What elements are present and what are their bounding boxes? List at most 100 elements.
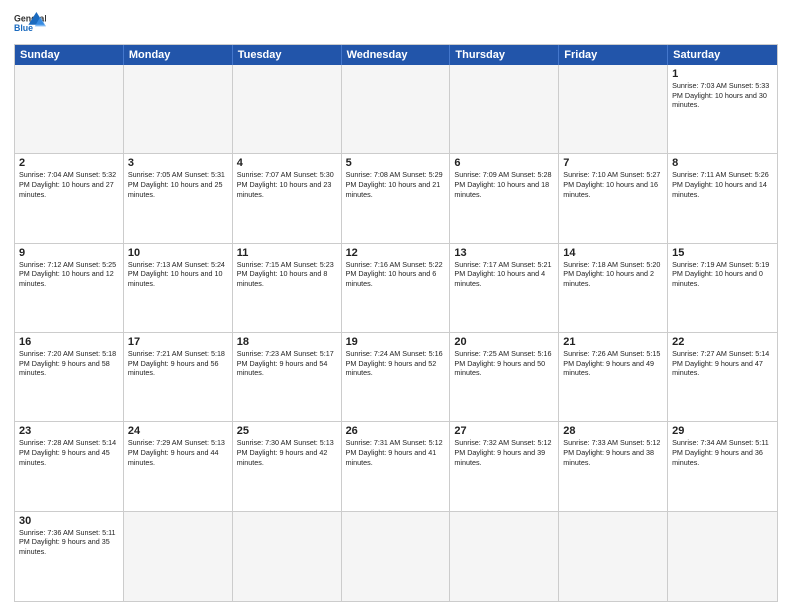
cal-cell-day-12: 12Sunrise: 7:16 AM Sunset: 5:22 PM Dayli… <box>342 244 451 333</box>
day-header-wednesday: Wednesday <box>342 45 451 65</box>
cal-cell-day-21: 21Sunrise: 7:26 AM Sunset: 5:15 PM Dayli… <box>559 333 668 422</box>
cal-cell-empty <box>233 65 342 154</box>
cal-cell-day-1: 1Sunrise: 7:03 AM Sunset: 5:33 PM Daylig… <box>668 65 777 154</box>
day-number: 20 <box>454 336 554 348</box>
cell-info: Sunrise: 7:28 AM Sunset: 5:14 PM Dayligh… <box>19 438 119 467</box>
cal-cell-day-26: 26Sunrise: 7:31 AM Sunset: 5:12 PM Dayli… <box>342 422 451 511</box>
cal-cell-day-24: 24Sunrise: 7:29 AM Sunset: 5:13 PM Dayli… <box>124 422 233 511</box>
cal-cell-day-8: 8Sunrise: 7:11 AM Sunset: 5:26 PM Daylig… <box>668 154 777 243</box>
cal-cell-day-16: 16Sunrise: 7:20 AM Sunset: 5:18 PM Dayli… <box>15 333 124 422</box>
cell-info: Sunrise: 7:33 AM Sunset: 5:12 PM Dayligh… <box>563 438 663 467</box>
day-number: 5 <box>346 157 446 169</box>
cell-info: Sunrise: 7:03 AM Sunset: 5:33 PM Dayligh… <box>672 81 773 110</box>
cell-info: Sunrise: 7:16 AM Sunset: 5:22 PM Dayligh… <box>346 260 446 289</box>
calendar: SundayMondayTuesdayWednesdayThursdayFrid… <box>14 44 778 602</box>
cell-info: Sunrise: 7:07 AM Sunset: 5:30 PM Dayligh… <box>237 170 337 199</box>
cal-cell-empty <box>450 65 559 154</box>
cal-cell-day-15: 15Sunrise: 7:19 AM Sunset: 5:19 PM Dayli… <box>668 244 777 333</box>
cal-cell-empty <box>124 65 233 154</box>
day-number: 29 <box>672 425 773 437</box>
cal-cell-day-20: 20Sunrise: 7:25 AM Sunset: 5:16 PM Dayli… <box>450 333 559 422</box>
cell-info: Sunrise: 7:05 AM Sunset: 5:31 PM Dayligh… <box>128 170 228 199</box>
day-number: 11 <box>237 247 337 259</box>
day-number: 4 <box>237 157 337 169</box>
cell-info: Sunrise: 7:15 AM Sunset: 5:23 PM Dayligh… <box>237 260 337 289</box>
cell-info: Sunrise: 7:31 AM Sunset: 5:12 PM Dayligh… <box>346 438 446 467</box>
cell-info: Sunrise: 7:12 AM Sunset: 5:25 PM Dayligh… <box>19 260 119 289</box>
day-number: 17 <box>128 336 228 348</box>
day-number: 1 <box>672 68 773 80</box>
cell-info: Sunrise: 7:11 AM Sunset: 5:26 PM Dayligh… <box>672 170 773 199</box>
cell-info: Sunrise: 7:29 AM Sunset: 5:13 PM Dayligh… <box>128 438 228 467</box>
day-number: 3 <box>128 157 228 169</box>
day-headers: SundayMondayTuesdayWednesdayThursdayFrid… <box>15 45 777 65</box>
calendar-body: 1Sunrise: 7:03 AM Sunset: 5:33 PM Daylig… <box>15 65 777 601</box>
day-number: 6 <box>454 157 554 169</box>
cal-cell-day-23: 23Sunrise: 7:28 AM Sunset: 5:14 PM Dayli… <box>15 422 124 511</box>
cell-info: Sunrise: 7:13 AM Sunset: 5:24 PM Dayligh… <box>128 260 228 289</box>
day-number: 2 <box>19 157 119 169</box>
page: General Blue SundayMondayTuesdayWednesda… <box>0 0 792 612</box>
day-number: 21 <box>563 336 663 348</box>
cell-info: Sunrise: 7:09 AM Sunset: 5:28 PM Dayligh… <box>454 170 554 199</box>
cell-info: Sunrise: 7:26 AM Sunset: 5:15 PM Dayligh… <box>563 349 663 378</box>
cal-cell-empty <box>559 65 668 154</box>
cal-cell-empty <box>233 512 342 601</box>
cal-cell-day-19: 19Sunrise: 7:24 AM Sunset: 5:16 PM Dayli… <box>342 333 451 422</box>
cell-info: Sunrise: 7:04 AM Sunset: 5:32 PM Dayligh… <box>19 170 119 199</box>
day-number: 8 <box>672 157 773 169</box>
cal-cell-day-27: 27Sunrise: 7:32 AM Sunset: 5:12 PM Dayli… <box>450 422 559 511</box>
day-number: 7 <box>563 157 663 169</box>
day-number: 16 <box>19 336 119 348</box>
day-number: 19 <box>346 336 446 348</box>
cell-info: Sunrise: 7:34 AM Sunset: 5:11 PM Dayligh… <box>672 438 773 467</box>
cal-cell-empty <box>668 512 777 601</box>
cell-info: Sunrise: 7:10 AM Sunset: 5:27 PM Dayligh… <box>563 170 663 199</box>
cell-info: Sunrise: 7:30 AM Sunset: 5:13 PM Dayligh… <box>237 438 337 467</box>
cal-cell-day-30: 30Sunrise: 7:36 AM Sunset: 5:11 PM Dayli… <box>15 512 124 601</box>
cal-cell-day-28: 28Sunrise: 7:33 AM Sunset: 5:12 PM Dayli… <box>559 422 668 511</box>
day-number: 25 <box>237 425 337 437</box>
cell-info: Sunrise: 7:23 AM Sunset: 5:17 PM Dayligh… <box>237 349 337 378</box>
cal-cell-day-25: 25Sunrise: 7:30 AM Sunset: 5:13 PM Dayli… <box>233 422 342 511</box>
cal-cell-empty <box>124 512 233 601</box>
cell-info: Sunrise: 7:36 AM Sunset: 5:11 PM Dayligh… <box>19 528 119 557</box>
cal-cell-day-6: 6Sunrise: 7:09 AM Sunset: 5:28 PM Daylig… <box>450 154 559 243</box>
cal-cell-empty <box>15 65 124 154</box>
cal-cell-empty <box>559 512 668 601</box>
logo-icon: General Blue <box>14 10 46 38</box>
day-number: 30 <box>19 515 119 527</box>
day-header-saturday: Saturday <box>668 45 777 65</box>
cal-cell-day-13: 13Sunrise: 7:17 AM Sunset: 5:21 PM Dayli… <box>450 244 559 333</box>
cal-cell-day-2: 2Sunrise: 7:04 AM Sunset: 5:32 PM Daylig… <box>15 154 124 243</box>
day-header-thursday: Thursday <box>450 45 559 65</box>
cal-cell-day-4: 4Sunrise: 7:07 AM Sunset: 5:30 PM Daylig… <box>233 154 342 243</box>
day-header-sunday: Sunday <box>15 45 124 65</box>
cell-info: Sunrise: 7:17 AM Sunset: 5:21 PM Dayligh… <box>454 260 554 289</box>
day-number: 10 <box>128 247 228 259</box>
cell-info: Sunrise: 7:25 AM Sunset: 5:16 PM Dayligh… <box>454 349 554 378</box>
cal-cell-day-17: 17Sunrise: 7:21 AM Sunset: 5:18 PM Dayli… <box>124 333 233 422</box>
header: General Blue <box>14 10 778 38</box>
day-number: 26 <box>346 425 446 437</box>
day-number: 23 <box>19 425 119 437</box>
cal-cell-day-11: 11Sunrise: 7:15 AM Sunset: 5:23 PM Dayli… <box>233 244 342 333</box>
day-number: 18 <box>237 336 337 348</box>
day-header-monday: Monday <box>124 45 233 65</box>
day-header-tuesday: Tuesday <box>233 45 342 65</box>
cal-cell-day-18: 18Sunrise: 7:23 AM Sunset: 5:17 PM Dayli… <box>233 333 342 422</box>
cell-info: Sunrise: 7:18 AM Sunset: 5:20 PM Dayligh… <box>563 260 663 289</box>
cell-info: Sunrise: 7:27 AM Sunset: 5:14 PM Dayligh… <box>672 349 773 378</box>
cell-info: Sunrise: 7:21 AM Sunset: 5:18 PM Dayligh… <box>128 349 228 378</box>
cal-cell-day-29: 29Sunrise: 7:34 AM Sunset: 5:11 PM Dayli… <box>668 422 777 511</box>
cal-cell-day-3: 3Sunrise: 7:05 AM Sunset: 5:31 PM Daylig… <box>124 154 233 243</box>
cal-cell-day-14: 14Sunrise: 7:18 AM Sunset: 5:20 PM Dayli… <box>559 244 668 333</box>
cell-info: Sunrise: 7:20 AM Sunset: 5:18 PM Dayligh… <box>19 349 119 378</box>
day-number: 14 <box>563 247 663 259</box>
day-header-friday: Friday <box>559 45 668 65</box>
cal-cell-empty <box>342 512 451 601</box>
day-number: 22 <box>672 336 773 348</box>
cal-cell-empty <box>342 65 451 154</box>
day-number: 15 <box>672 247 773 259</box>
day-number: 12 <box>346 247 446 259</box>
